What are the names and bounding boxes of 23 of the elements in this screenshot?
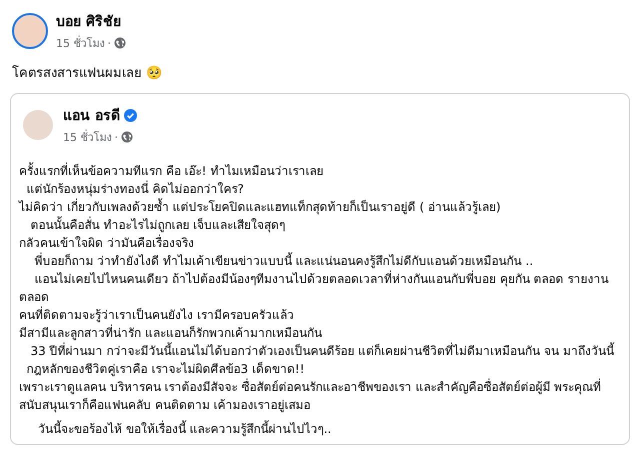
separator-dot: · (108, 36, 111, 50)
post-text: โคตรสงสารแฟนผมเลย 🥺 (12, 64, 164, 83)
globe-icon (114, 37, 126, 49)
post-paragraph: ตอนนั้นคือสั่น ทำอะไรไม่ถูกเลย เจ็บและเสียใจสุดๆ (29, 216, 286, 234)
post-paragraph: เพราะเราดูแลคน บริหารคน เราต้องมีสัจจะ ซื่อสัตย์ต่อคนรักและอาชีพของเรา และสำคัญคือซื่อสัตย์ต่อผู้มี พระคุณที่สนับสนุนเราก็คือแฟนคลับ คนติดตาม เค้ามองเราอยู่เสมอ (19, 378, 602, 414)
author-name[interactable]: บอย ศิริชัย (56, 10, 121, 32)
post-paragraph: ไม่คิดว่า เกี่ยวกับเพลงด้วยซ้ำ แต่ประโยคปิดและแฮทแท็กสุดท้ายก็เป็นเราอยู่ดี ( อ่านแล้วรู้เลย) (19, 198, 502, 216)
post-paragraph: วันนี้จะขอร้องไห้ ขอให้เรื่องนี้ และความรู้สึกนี้ผ่านไปไวๆ.. (37, 420, 332, 438)
globe-icon (121, 131, 133, 143)
post-paragraph: แต่นักร้องหนุ่มร่างทองนี่ คิดไม่ออกว่าใคร? (26, 180, 245, 198)
separator-dot: · (114, 130, 118, 144)
post-paragraph: คนที่ติดตามจะรู้ว่าเราเป็นคนยังไง เรามีครอบครัวแล้ว (19, 306, 295, 324)
post-paragraph: ครั้งแรกที่เห็นข้อความทีแรก คือ เอ๊ะ! ทำไมเหมือนว่าเราเลย (19, 162, 324, 180)
post-paragraph: พี่บอยก็ถาม ว่าทำยังไงดี ทำไมเค้าเขียนข่าวแบบนี้ และแน่นอนคงรู้สึกไม่ดีกับแอนด้วยเหมือนกัน .. (33, 252, 534, 270)
post-time[interactable]: 15 ชั่วโมง (56, 34, 104, 52)
post-paragraph: มีสามีและลูกสาวที่น่ารัก และแอนก็รักพวกเค้ามากเหมือนกัน (19, 324, 323, 342)
author-name[interactable]: แอน อรดี (63, 104, 120, 126)
post-paragraph: กลัวคนเข้าใจผิด ว่ามันคือเรื่องจริง (19, 234, 195, 252)
post-paragraph: กฎหลักของชีวิตคู่เราคือ เราจะไม่ผิดศีลข้อ3 เด็ดขาด!! (26, 360, 306, 378)
post-paragraph: 33 ปีที่ผ่านมา กว่าจะมีวันนี้แอนไม่ได้บอกว่าตัวเองเป็นคนดีร้อย แต่ก็เคยผ่านชีวิตที่ไม่ดีมาเหมือนกัน จน มาถึงวันนี้ (29, 342, 616, 360)
avatar[interactable] (12, 13, 48, 49)
post-paragraph: แอนไม่เคยไปไหนคนเดียว ถ้าไปต้องมีน้องๆทีมงานไปด้วยตลอดเวลาที่ห่างกันแอนกับพี่บอย คุยกัน ตลอด รายงานตลอด (19, 270, 610, 306)
post-time[interactable]: 15 ชั่วโมง (63, 128, 112, 146)
